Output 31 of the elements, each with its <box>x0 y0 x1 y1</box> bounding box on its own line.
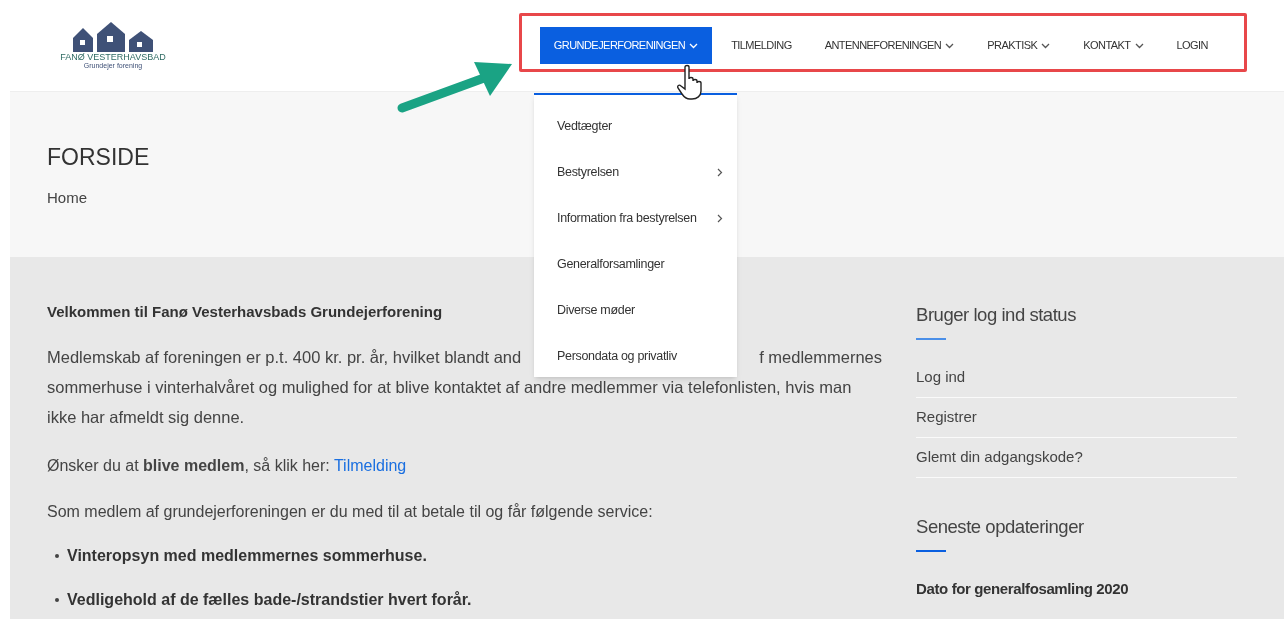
dropdown-item[interactable]: Persondata og privatliv <box>534 333 737 379</box>
nav-item[interactable]: PRAKTISK <box>973 27 1065 64</box>
dropdown-item[interactable]: Generalforsamlinger <box>534 241 737 287</box>
welcome-heading: Velkommen til Fanø Vesterhavsbads Grundejerforening <box>47 302 443 322</box>
service-item: Vedligehold af de fælles bade-/strandstier hvert forår. <box>67 590 472 610</box>
nav-item[interactable]: TILMELDING <box>717 27 806 64</box>
dropdown-item[interactable]: Diverse møder <box>534 287 737 333</box>
signup-link[interactable]: Tilmelding <box>333 457 407 474</box>
services-intro: Som medlem af grundejerforeningen er du med til at betale til og får følgende service: <box>47 502 653 522</box>
widget-title: Bruger log ind status <box>916 303 1076 327</box>
paragraph-text: ikke har afmeldt sig denne. <box>47 407 245 428</box>
join-sentence: Ønsker du at blive medlem, så klik her: Tilmelding <box>47 456 407 476</box>
dropdown-item[interactable]: Information fra bestyrelsen <box>534 195 737 241</box>
paragraph-text: Medlemskab af foreningen er p.t. 400 kr. pr. år, hvilket blandt and <box>47 347 522 368</box>
service-item: Vinteropsyn med medlemmernes sommerhuse. <box>67 546 427 566</box>
dropdown-item[interactable]: Bestyrelsen <box>534 149 737 195</box>
nav-item[interactable]: ANTENNEFORENINGEN <box>810 27 969 64</box>
breadcrumb-link[interactable]: Home <box>47 187 87 210</box>
nav-item[interactable]: GRUNDEJERFORENINGEN <box>539 27 713 64</box>
paragraph-text: sommerhuse i vinterhalvåret og mulighed for at blive kontaktet af andre medlemmer via telefonlisten, hvis man <box>47 377 852 398</box>
paragraph-text: f medlemmernes <box>759 347 882 368</box>
dropdown-item[interactable]: Vedtægter <box>534 103 737 149</box>
sidebar-link[interactable]: Registrer <box>916 406 977 429</box>
nav-item[interactable]: KONTAKT <box>1069 27 1158 64</box>
logo-text: FANØ VESTERHAVSBAD <box>60 51 166 62</box>
sidebar-link[interactable]: Glemt din adgangskode? <box>916 446 1083 469</box>
sidebar-link[interactable]: Log ind <box>916 366 966 389</box>
widget-title: Seneste opdateringer <box>916 515 1084 539</box>
nav-item[interactable]: LOGIN <box>1162 27 1222 64</box>
update-link[interactable]: Dato for generalfosamling 2020 <box>916 578 1129 601</box>
page-title: FORSIDE <box>47 143 150 172</box>
